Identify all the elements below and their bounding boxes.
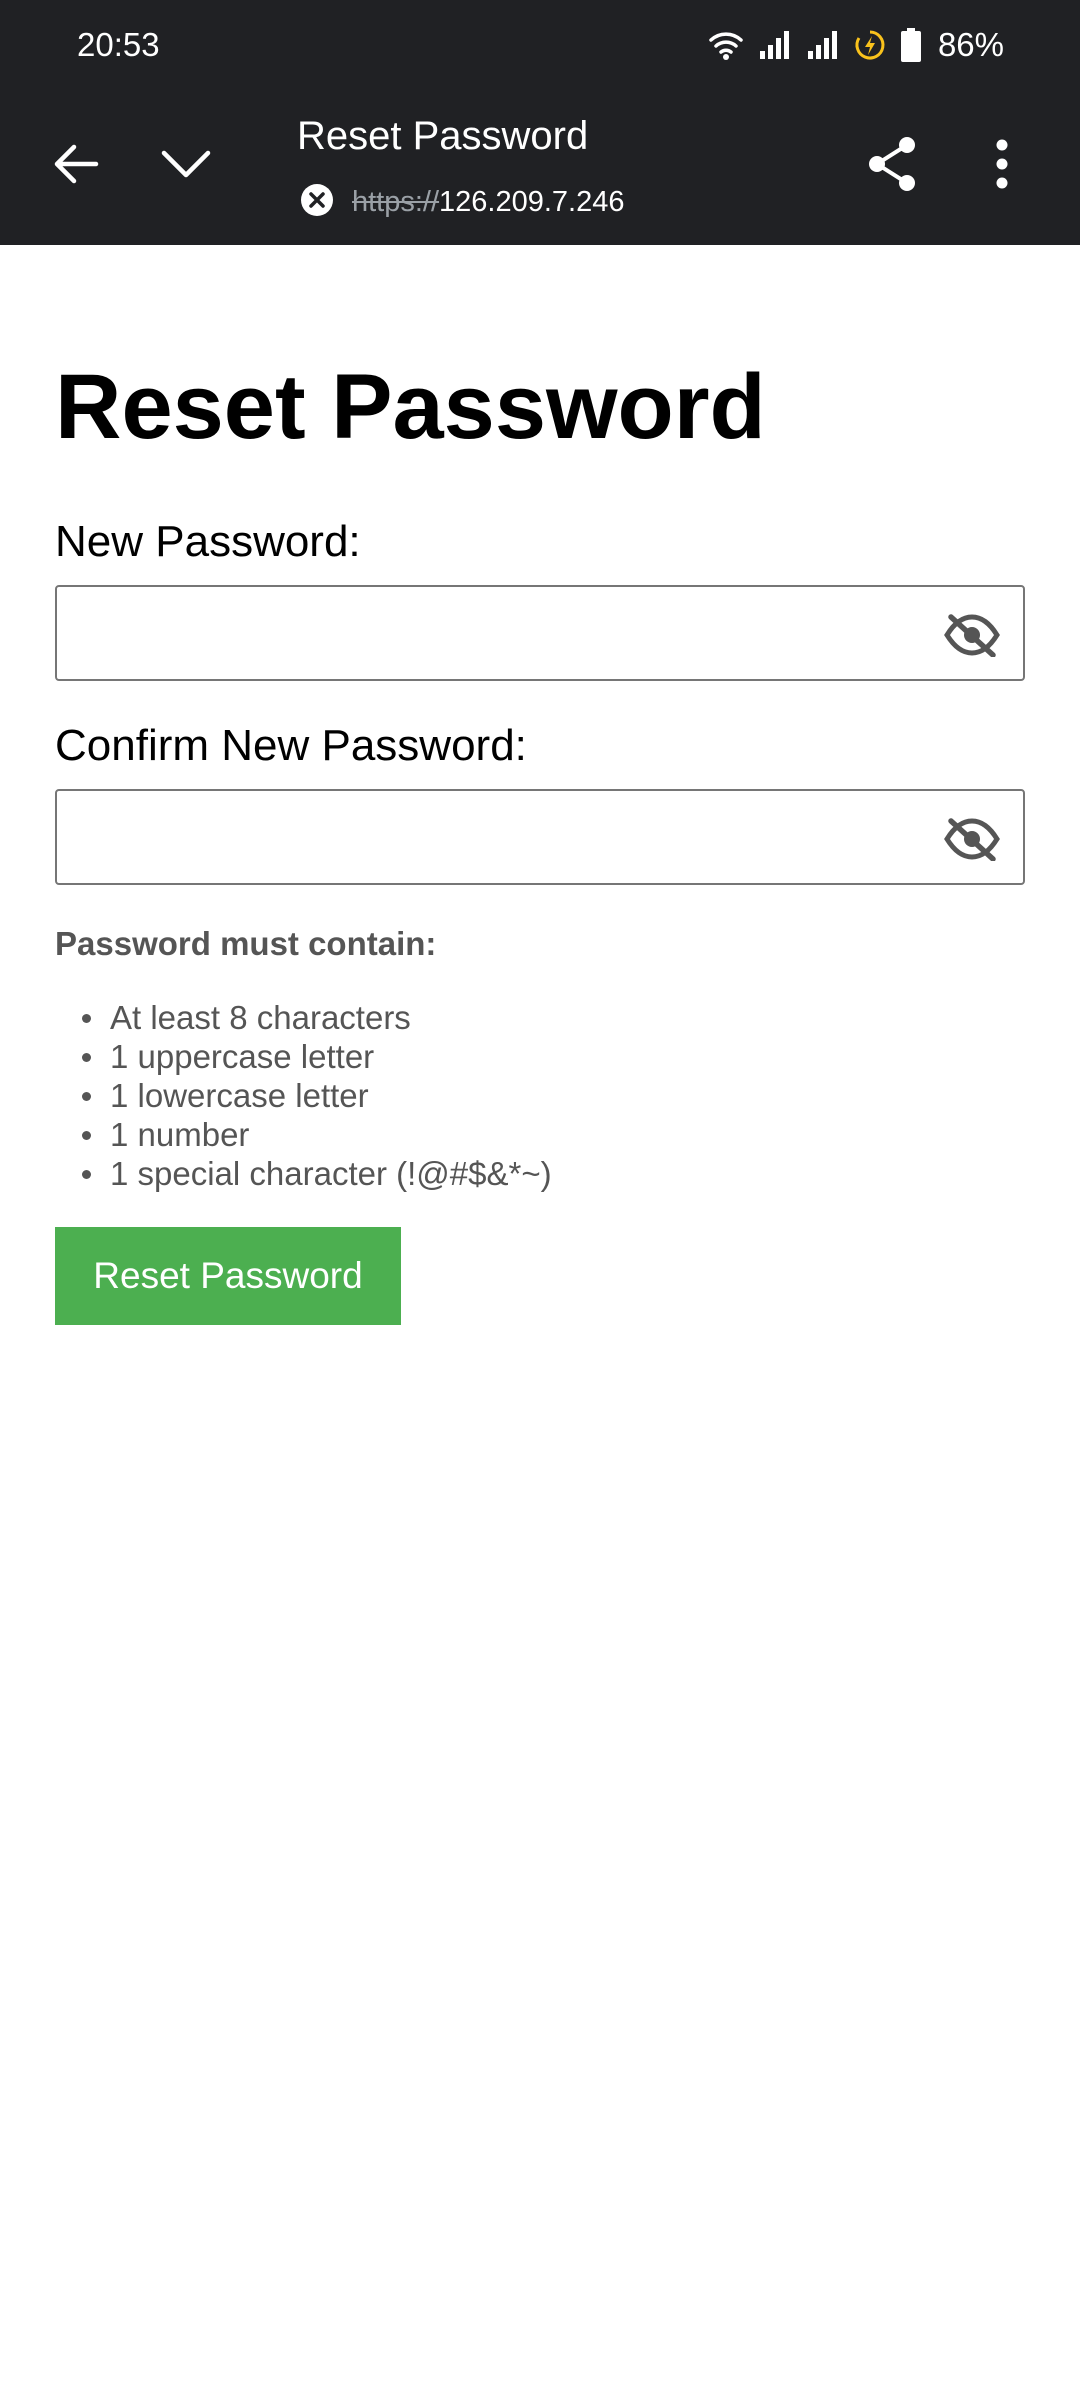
- confirm-password-field-wrapper: [55, 789, 1025, 885]
- collapse-icon: [161, 150, 211, 178]
- page-title: Reset Password: [55, 356, 766, 458]
- new-password-field-wrapper: [55, 585, 1025, 681]
- requirement-item: At least 8 characters: [55, 998, 552, 1037]
- toggle-confirm-password-visibility[interactable]: [943, 817, 1001, 861]
- reset-password-button[interactable]: Reset Password: [55, 1227, 401, 1325]
- status-bar: 20:53 86%: [0, 0, 1080, 90]
- url-text: https://126.209.7.246: [352, 186, 625, 219]
- eye-off-icon: [944, 614, 1000, 657]
- battery-percent: 86%: [937, 26, 1004, 63]
- confirm-password-label: Confirm New Password:: [55, 721, 527, 770]
- custom-tab-toolbar: Reset Password https://126.209.7.246: [0, 90, 1080, 245]
- signal-icon: [758, 29, 792, 61]
- url-host: 126.209.7.246: [439, 185, 625, 218]
- share-icon: [869, 137, 915, 191]
- not-secure-icon: [300, 183, 334, 222]
- back-icon: [54, 144, 99, 184]
- signal-icon: [806, 29, 840, 61]
- share-button[interactable]: [852, 124, 932, 204]
- requirements-list: At least 8 characters 1 uppercase letter…: [55, 998, 552, 1193]
- battery-saver-icon: [854, 29, 886, 61]
- browser-chrome: 20:53 86% Reset Password https://126.209…: [0, 0, 1080, 245]
- requirement-item: 1 number: [55, 1115, 552, 1154]
- eye-off-icon: [944, 818, 1000, 861]
- collapse-button[interactable]: [146, 124, 226, 204]
- tab-title: Reset Password: [297, 114, 589, 158]
- requirement-item: 1 lowercase letter: [55, 1076, 552, 1115]
- url-scheme: https://: [352, 185, 440, 218]
- confirm-password-input[interactable]: [57, 791, 1023, 883]
- battery-icon: [900, 27, 922, 63]
- back-button[interactable]: [36, 124, 116, 204]
- wifi-icon: [708, 28, 744, 62]
- more-menu-button[interactable]: [962, 124, 1042, 204]
- requirements-heading: Password must contain:: [55, 925, 437, 962]
- requirement-item: 1 special character (!@#$&*~): [55, 1154, 552, 1193]
- status-time: 20:53: [77, 26, 160, 63]
- new-password-input[interactable]: [57, 587, 1023, 679]
- new-password-label: New Password:: [55, 517, 361, 566]
- status-icons: 86%: [708, 22, 1004, 68]
- toggle-new-password-visibility[interactable]: [943, 613, 1001, 657]
- url-bar[interactable]: https://126.209.7.246: [300, 182, 625, 222]
- more-menu-icon: [996, 139, 1008, 189]
- requirement-item: 1 uppercase letter: [55, 1037, 552, 1076]
